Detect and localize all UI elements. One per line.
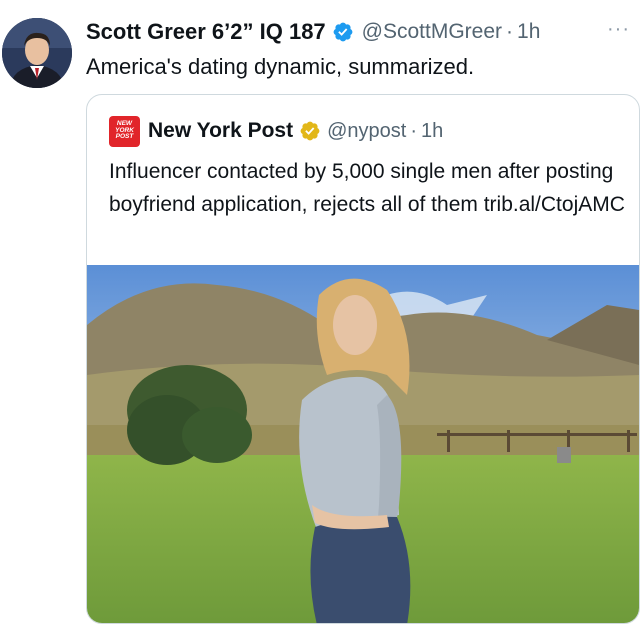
- nypost-logo[interactable]: NEW YORK POST: [109, 115, 140, 147]
- quote-separator-dot: ·: [410, 119, 418, 142]
- more-options-icon[interactable]: ···: [607, 18, 630, 41]
- avatar-image: [2, 18, 72, 88]
- tweet-header: Scott Greer 6’2” IQ 187 @ScottMGreer · 1…: [86, 16, 630, 48]
- quote-author-handle[interactable]: @nypost: [327, 120, 406, 143]
- photo-illustration: [87, 265, 639, 623]
- separator-dot: ·: [506, 20, 514, 43]
- verified-badge-icon[interactable]: [332, 21, 354, 43]
- quote-tweet-card[interactable]: NEW YORK POST New York Post @nypost · 1h…: [86, 94, 640, 624]
- quote-author-name[interactable]: New York Post: [148, 119, 293, 143]
- quote-timestamp[interactable]: 1h: [421, 120, 443, 143]
- quote-header: NEW YORK POST New York Post @nypost · 1h: [109, 115, 443, 147]
- author-name[interactable]: Scott Greer 6’2” IQ 187: [86, 19, 326, 45]
- tweet-text: America's dating dynamic, summarized.: [86, 54, 475, 79]
- verified-org-badge-icon[interactable]: [299, 120, 321, 142]
- quote-text: Influencer contacted by 5,000 single men…: [109, 160, 625, 216]
- author-avatar[interactable]: [2, 18, 72, 88]
- author-handle[interactable]: @ScottMGreer: [362, 20, 502, 44]
- tweet-timestamp[interactable]: 1h: [517, 20, 540, 44]
- logo-line-3: POST: [115, 133, 134, 141]
- quote-media-image[interactable]: [87, 265, 639, 623]
